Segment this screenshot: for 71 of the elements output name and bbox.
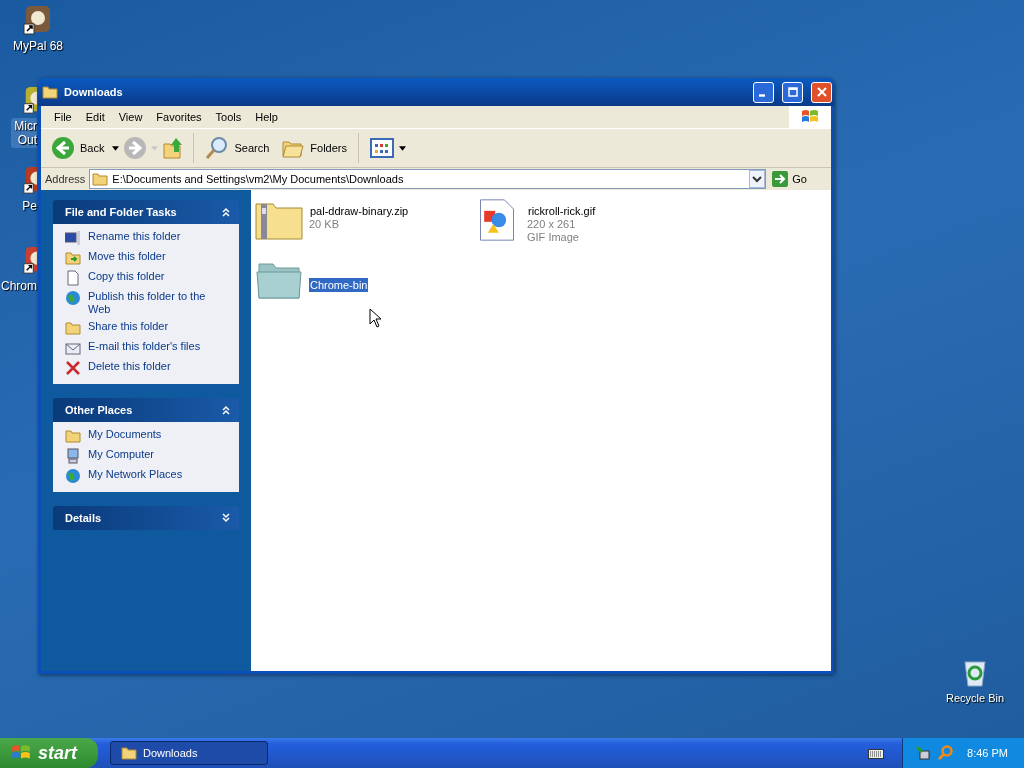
task-link[interactable]: Move this folder: [88, 250, 166, 263]
task-link[interactable]: Publish this folder to the Web: [88, 290, 213, 316]
file-detail: 220 x 261: [527, 218, 577, 231]
file-detail: 20 KB: [309, 218, 340, 231]
file-name[interactable]: rickroll-rick.gif: [527, 204, 597, 218]
address-field[interactable]: E:\Documents and Settings\vm2\My Documents\Downloads: [89, 169, 767, 189]
menu-item[interactable]: Help: [248, 111, 285, 123]
globe-icon: [65, 290, 81, 306]
network-icon[interactable]: [915, 745, 932, 761]
menu-item[interactable]: File: [47, 111, 79, 123]
go-arrow-icon: [772, 171, 789, 187]
menu-item[interactable]: View: [111, 111, 150, 123]
envelope-icon: [65, 340, 81, 356]
chevron-icon: [221, 513, 231, 523]
task-link[interactable]: My Network Places: [88, 468, 183, 481]
dropdown-icon[interactable]: [749, 170, 766, 188]
folder-arrow-icon: [65, 250, 81, 266]
menu-item[interactable]: Favorites: [149, 111, 209, 123]
folder-icon: [42, 85, 58, 99]
folder-icon: [65, 320, 81, 336]
caret-icon[interactable]: [112, 145, 120, 151]
computer-icon: [65, 448, 81, 464]
task-link[interactable]: Copy this folder: [88, 270, 165, 283]
back-button[interactable]: Back: [47, 134, 109, 162]
search-icon: [205, 136, 230, 160]
page-icon: [65, 270, 81, 286]
desktop-icon-label[interactable]: Micr Out: [11, 118, 37, 148]
folder-icon: [121, 745, 137, 761]
minimize-icon: [759, 93, 765, 97]
desktop-icon-label[interactable]: Chrom: [0, 278, 37, 294]
go-button[interactable]: Go: [770, 171, 827, 187]
file-name[interactable]: Chrome-bin: [309, 278, 369, 292]
monitor-icon: [65, 230, 81, 246]
views-icon: [370, 136, 394, 160]
task-link[interactable]: E-mail this folder's files: [88, 340, 201, 353]
menu-item[interactable]: Tools: [208, 111, 249, 123]
folder-icon: [65, 428, 81, 444]
clock: 8:46 PM: [967, 747, 1008, 759]
chevron-icon: [221, 405, 231, 415]
start-button[interactable]: start: [0, 738, 98, 768]
minimize-button[interactable]: [753, 81, 774, 103]
chevron-icon: [221, 207, 231, 217]
taskbar-button[interactable]: Downloads: [110, 741, 268, 765]
search-button[interactable]: Search: [201, 134, 274, 162]
task-link[interactable]: Delete this folder: [88, 360, 171, 373]
desktop-icon-label[interactable]: MyPal 68: [10, 38, 66, 54]
desktop-icon-label[interactable]: Recycle Bin: [945, 692, 1005, 704]
task-link[interactable]: Share this folder: [88, 320, 169, 333]
keyboard-icon[interactable]: [868, 747, 885, 759]
cross-icon: [65, 360, 81, 376]
task-link[interactable]: My Documents: [88, 428, 162, 441]
close-icon: [816, 87, 827, 97]
panel-header[interactable]: Other Places: [53, 398, 239, 422]
maximize-button[interactable]: [782, 81, 803, 103]
task-link[interactable]: My Computer: [88, 448, 155, 461]
panel-header[interactable]: Details: [53, 506, 239, 530]
maximize-icon: [787, 87, 798, 97]
window-title: Downloads: [64, 86, 123, 98]
task-link[interactable]: Rename this folder: [88, 230, 181, 243]
file-name[interactable]: pal-ddraw-binary.zip: [309, 204, 410, 218]
globe-icon: [65, 468, 81, 484]
mouse-pointer-icon: [369, 308, 381, 328]
folder-icon: [92, 171, 109, 187]
desktop-icon-label[interactable]: Pe: [19, 198, 37, 214]
menu-item[interactable]: Edit: [78, 111, 112, 123]
folders-button[interactable]: Folders: [277, 134, 351, 162]
panel-header[interactable]: File and Folder Tasks: [53, 200, 239, 224]
file-detail: GIF Image: [527, 231, 580, 244]
address-label: Address: [45, 173, 86, 185]
close-button[interactable]: [811, 81, 832, 103]
caret-icon: [399, 145, 406, 151]
